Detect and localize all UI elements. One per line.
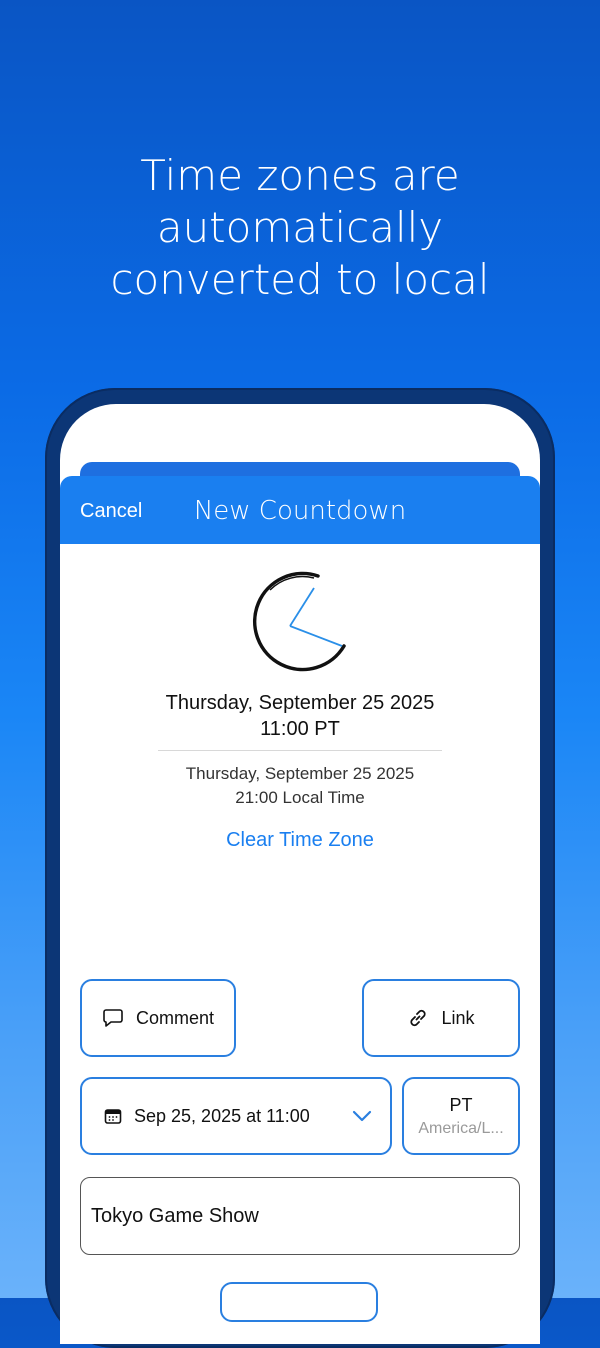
- event-date: Thursday, September 25 2025: [165, 692, 435, 714]
- link-icon: [407, 1007, 429, 1029]
- headline-line-1: Time zones are automatically: [140, 151, 460, 252]
- clock-icon: [252, 571, 346, 672]
- link-button-label: Link: [441, 1007, 475, 1028]
- marketing-headline: Time zones are automatically converted t…: [0, 150, 600, 306]
- local-datetime: Thursday, September 25 2025 21:00 Local …: [60, 762, 540, 810]
- date-picker-button[interactable]: Sep 25, 2025 at 11:00: [80, 1077, 392, 1155]
- comment-button[interactable]: Comment: [80, 979, 236, 1057]
- timezone-abbreviation: PT: [449, 1094, 473, 1115]
- countdown-title-input[interactable]: [80, 1177, 520, 1255]
- link-button[interactable]: Link: [362, 979, 520, 1057]
- timezone-picker-button[interactable]: PT America/L...: [402, 1077, 520, 1155]
- comment-icon: [102, 1007, 124, 1029]
- date-picker-value: Sep 25, 2025 at 11:00: [134, 1105, 310, 1126]
- timezone-region: America/L...: [418, 1119, 504, 1137]
- comment-button-label: Comment: [135, 1007, 215, 1028]
- countdown-form: Thursday, September 25 2025 11:00 PT Thu…: [60, 544, 540, 1344]
- calendar-icon: [104, 1107, 122, 1125]
- nav-bar: Cancel New Countdown: [60, 476, 540, 544]
- phone-screen: Cancel New Countdown Thursday, September…: [60, 404, 540, 1344]
- local-date: Thursday, September 25 2025: [185, 764, 415, 783]
- event-datetime: Thursday, September 25 2025 11:00 PT: [60, 690, 540, 742]
- chevron-down-icon: [352, 1110, 372, 1122]
- divider: [158, 750, 442, 751]
- clear-time-zone-button[interactable]: Clear Time Zone: [60, 829, 540, 852]
- local-time: 21:00 Local Time: [235, 788, 365, 807]
- nav-title: New Countdown: [193, 496, 407, 526]
- save-button[interactable]: [220, 1282, 378, 1322]
- headline-line-2: converted to local: [110, 255, 490, 304]
- event-time: 11:00 PT: [260, 718, 340, 740]
